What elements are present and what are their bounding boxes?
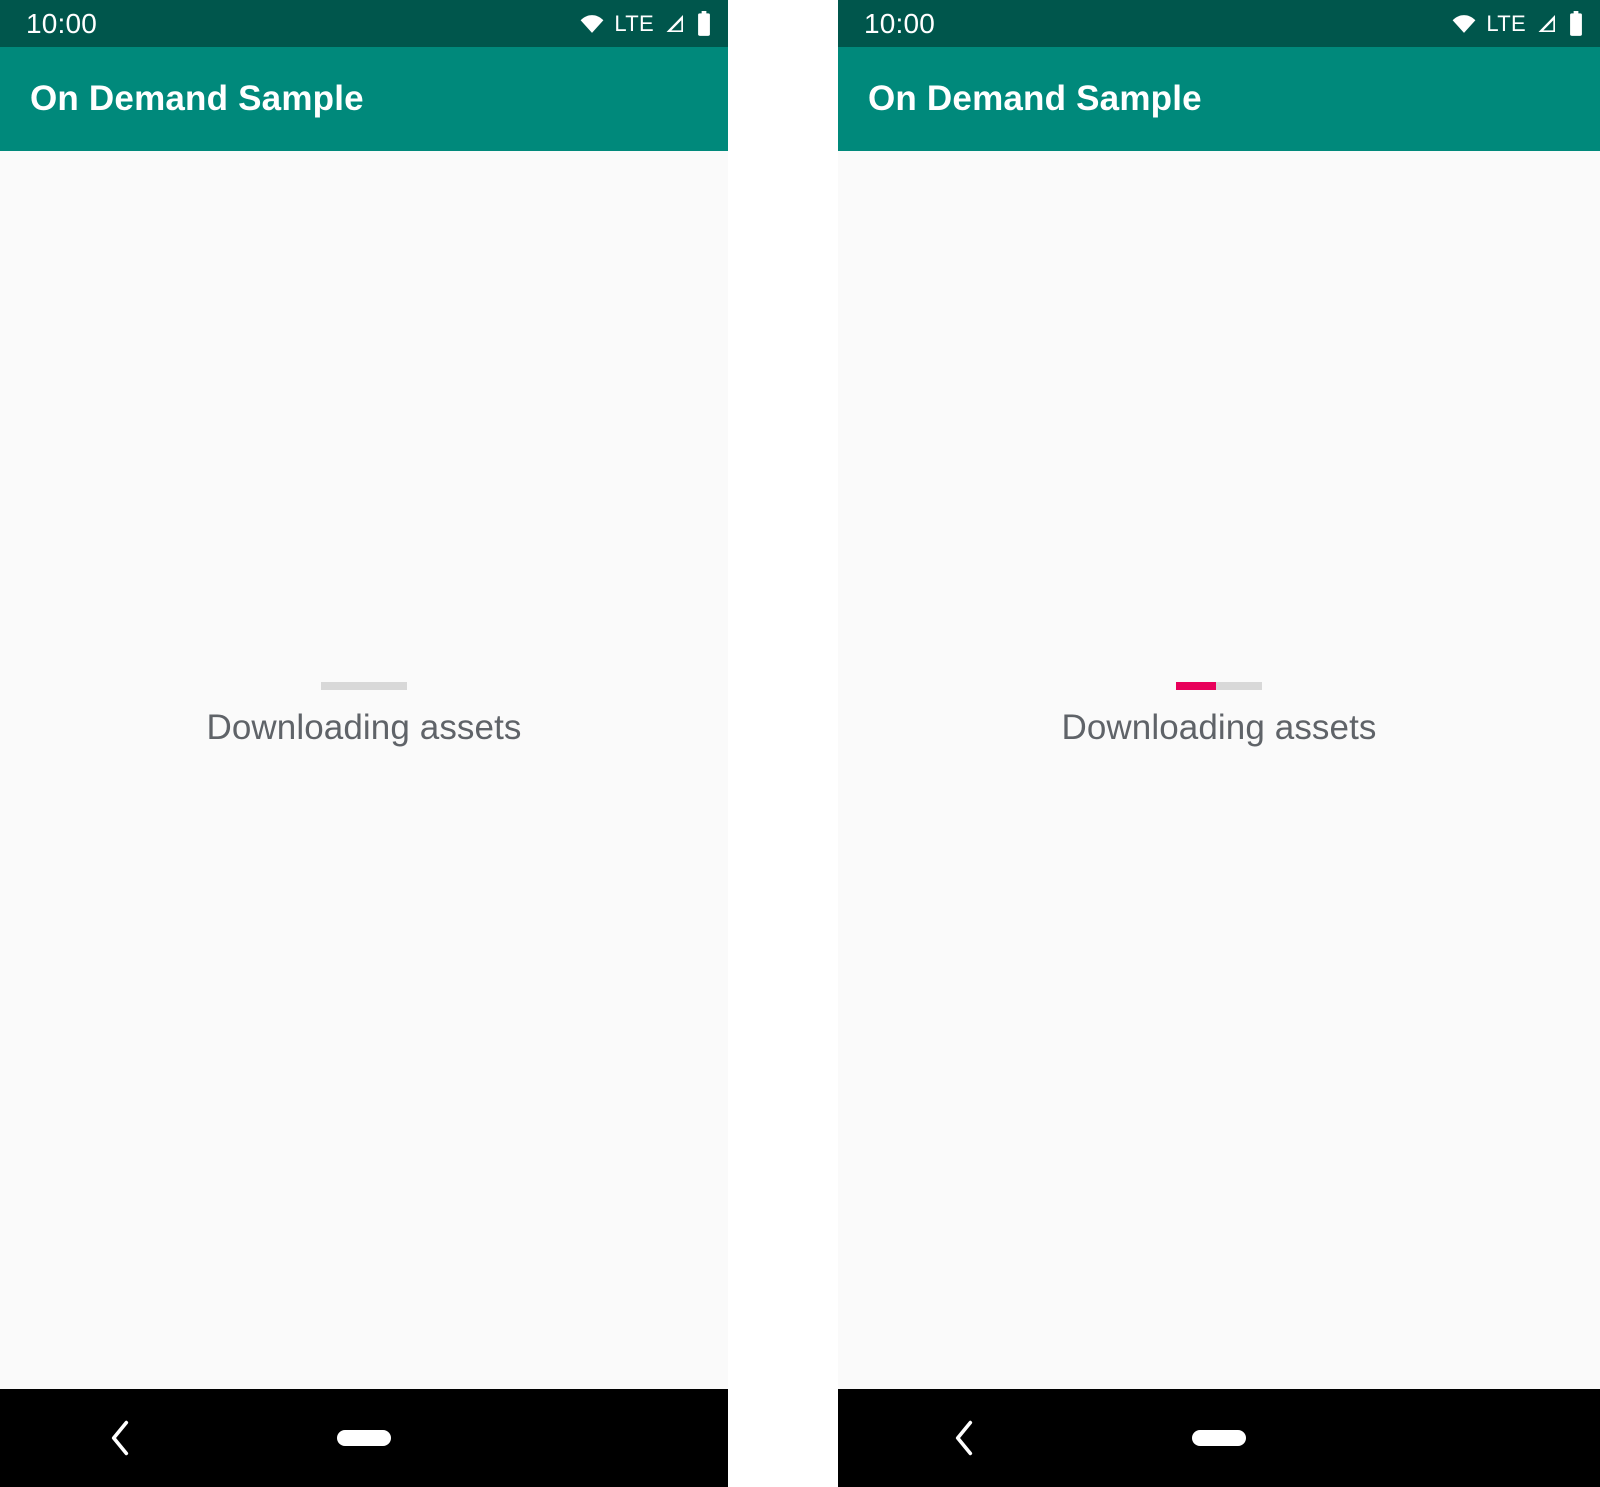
status-bar-icons: LTE [1451,10,1584,37]
download-progress-block: Downloading assets [206,682,521,748]
download-progress-bar [320,682,407,690]
download-progress-fill [1175,682,1217,690]
download-progress-bar [1175,682,1262,690]
nav-home-pill[interactable] [1192,1430,1246,1446]
chevron-left-icon [947,1417,981,1459]
system-navigation-bar [838,1389,1600,1487]
status-bar-clock: 10:00 [26,7,98,39]
status-bar-icons: LTE [579,10,712,37]
cellular-signal-icon [1535,12,1559,36]
screenshot-stage: 10:00 LTE On Demand Sample Downloading a… [0,0,1600,1487]
chevron-left-icon [103,1417,137,1459]
app-title: On Demand Sample [30,79,364,118]
wifi-icon [579,11,605,37]
phone-screenshot-right: 10:00 LTE On Demand Sample Downloading a… [838,0,1600,1487]
app-toolbar: On Demand Sample [838,47,1600,151]
lte-label: LTE [614,10,654,36]
battery-icon [696,10,712,37]
cellular-signal-icon [663,12,687,36]
system-navigation-bar [0,1389,728,1487]
download-status-text: Downloading assets [206,708,522,747]
app-title: On Demand Sample [868,79,1202,118]
phone-screenshot-left: 10:00 LTE On Demand Sample Downloading a… [0,0,728,1487]
battery-icon [1568,10,1584,37]
nav-home-pill[interactable] [337,1430,391,1446]
app-toolbar: On Demand Sample [0,47,728,151]
nav-back-button[interactable] [838,1389,1089,1487]
download-status-text: Downloading assets [1061,708,1377,747]
main-content: Downloading assets [0,151,728,1389]
wifi-icon [1451,11,1477,37]
download-progress-block: Downloading assets [1061,682,1376,748]
status-bar-clock: 10:00 [864,7,936,39]
status-bar: 10:00 LTE [0,0,728,47]
lte-label: LTE [1486,10,1526,36]
status-bar: 10:00 LTE [838,0,1600,47]
nav-back-button[interactable] [0,1389,240,1487]
main-content: Downloading assets [838,151,1600,1389]
